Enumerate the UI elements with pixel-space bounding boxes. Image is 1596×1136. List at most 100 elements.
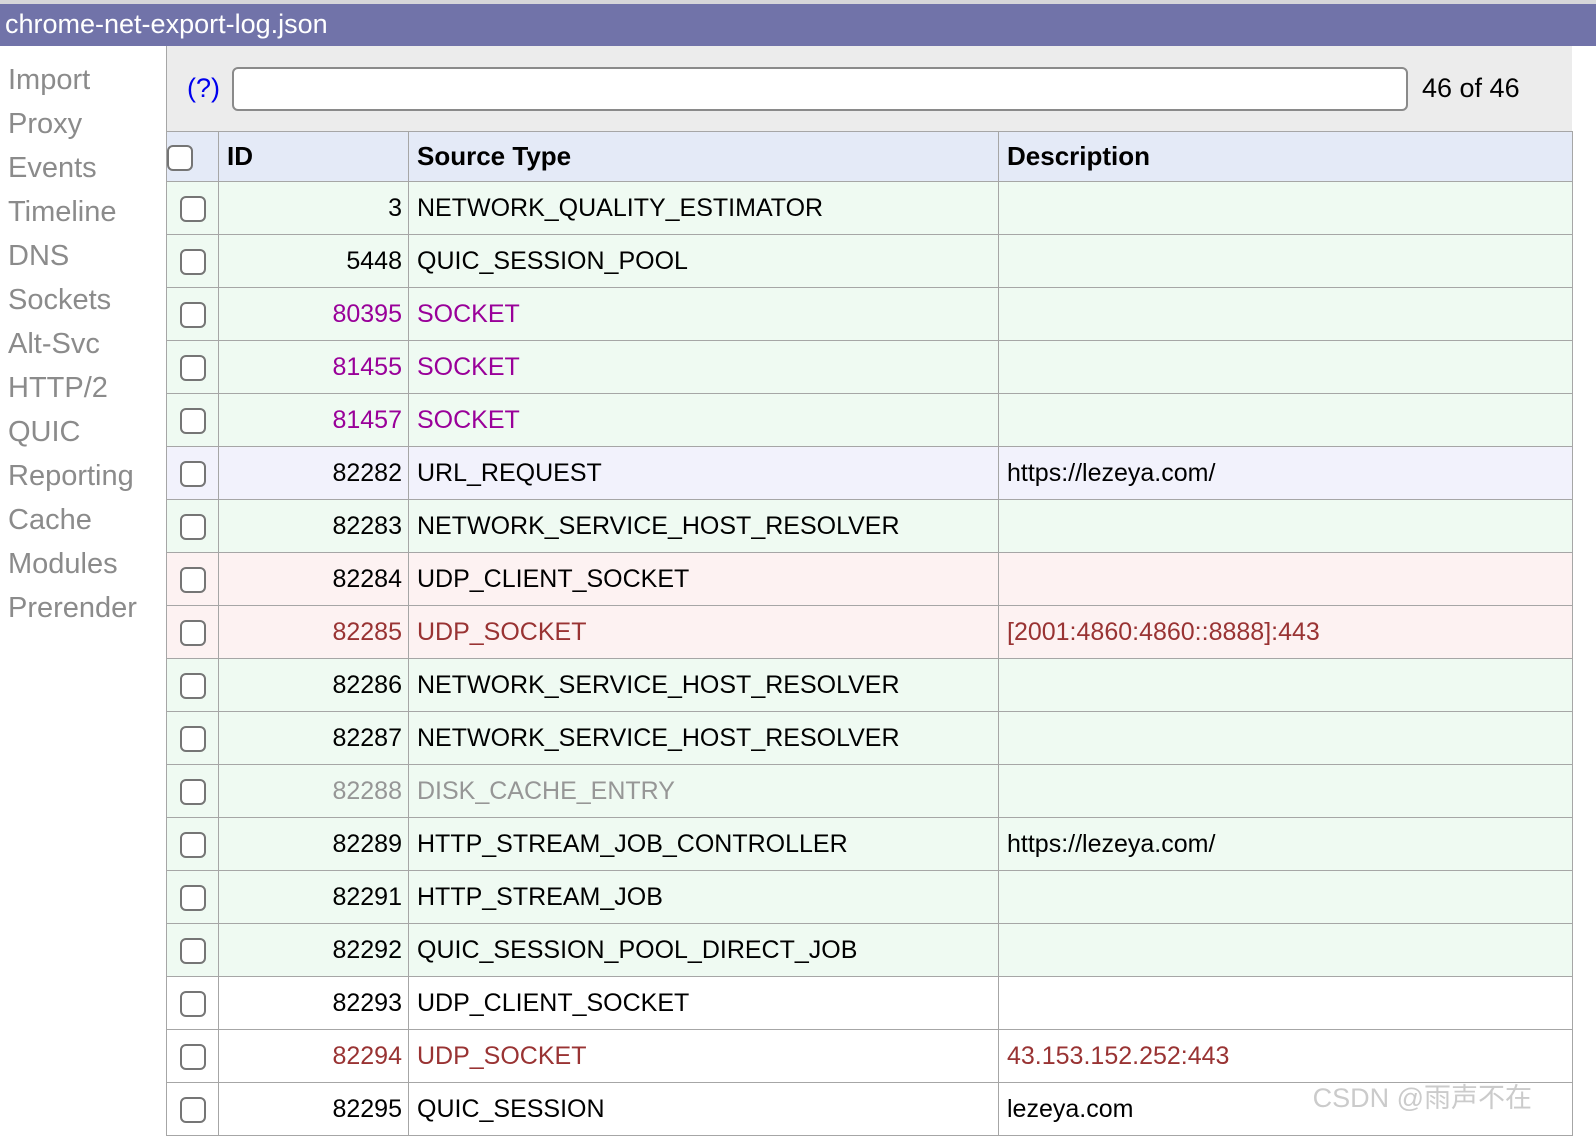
table-row[interactable]: 82293 UDP_CLIENT_SOCKET — [167, 977, 1573, 1030]
row-checkbox-cell — [167, 871, 219, 924]
sidebar-item[interactable]: Alt-Svc — [0, 322, 166, 366]
row-checkbox[interactable] — [180, 196, 206, 222]
row-checkbox[interactable] — [180, 885, 206, 911]
row-checkbox[interactable] — [180, 620, 206, 646]
row-id[interactable]: 81457 — [219, 394, 409, 447]
row-source-type[interactable]: QUIC_SESSION_POOL — [409, 235, 999, 288]
row-id[interactable]: 82285 — [219, 606, 409, 659]
table-row[interactable]: 82292 QUIC_SESSION_POOL_DIRECT_JOB — [167, 924, 1573, 977]
filter-input[interactable] — [232, 67, 1408, 111]
row-description: [2001:4860:4860::8888]:443 — [999, 606, 1573, 659]
row-id[interactable]: 82288 — [219, 765, 409, 818]
row-checkbox[interactable] — [180, 514, 206, 540]
row-source-type[interactable]: UDP_SOCKET — [409, 606, 999, 659]
row-source-type[interactable]: SOCKET — [409, 394, 999, 447]
sidebar-item[interactable]: HTTP/2 — [0, 366, 166, 410]
row-id[interactable]: 82294 — [219, 1030, 409, 1083]
row-source-type[interactable]: QUIC_SESSION_POOL_DIRECT_JOB — [409, 924, 999, 977]
row-id[interactable]: 3 — [219, 182, 409, 235]
row-source-type[interactable]: URL_REQUEST — [409, 447, 999, 500]
sidebar-item[interactable]: DNS — [0, 234, 166, 278]
row-id[interactable]: 82287 — [219, 712, 409, 765]
row-source-type[interactable]: UDP_CLIENT_SOCKET — [409, 553, 999, 606]
row-source-type[interactable]: HTTP_STREAM_JOB_CONTROLLER — [409, 818, 999, 871]
row-checkbox[interactable] — [180, 302, 206, 328]
table-row[interactable]: 82287 NETWORK_SERVICE_HOST_RESOLVER — [167, 712, 1573, 765]
row-checkbox[interactable] — [180, 249, 206, 275]
table-row[interactable]: 82289 HTTP_STREAM_JOB_CONTROLLER https:/… — [167, 818, 1573, 871]
row-checkbox[interactable] — [180, 1044, 206, 1070]
table-row[interactable]: 82285 UDP_SOCKET [2001:4860:4860::8888]:… — [167, 606, 1573, 659]
column-header-description[interactable]: Description — [999, 132, 1573, 182]
row-checkbox-cell — [167, 182, 219, 235]
row-source-type[interactable]: UDP_SOCKET — [409, 1030, 999, 1083]
row-id[interactable]: 82292 — [219, 924, 409, 977]
title-bar: chrome-net-export-log.json — [0, 4, 1596, 46]
row-source-type[interactable]: UDP_CLIENT_SOCKET — [409, 977, 999, 1030]
row-source-type[interactable]: HTTP_STREAM_JOB — [409, 871, 999, 924]
row-source-type[interactable]: SOCKET — [409, 288, 999, 341]
sidebar-item[interactable]: Timeline — [0, 190, 166, 234]
row-source-type[interactable]: NETWORK_SERVICE_HOST_RESOLVER — [409, 712, 999, 765]
row-description — [999, 394, 1573, 447]
table-row[interactable]: 80395 SOCKET — [167, 288, 1573, 341]
row-checkbox[interactable] — [180, 938, 206, 964]
row-checkbox[interactable] — [180, 832, 206, 858]
sidebar-item[interactable]: Sockets — [0, 278, 166, 322]
column-header-id[interactable]: ID — [219, 132, 409, 182]
row-id[interactable]: 82295 — [219, 1083, 409, 1136]
help-link[interactable]: (?) — [187, 73, 220, 104]
sidebar-item[interactable]: QUIC — [0, 410, 166, 454]
table-row[interactable]: 3 NETWORK_QUALITY_ESTIMATOR — [167, 182, 1573, 235]
sidebar-item[interactable]: Cache — [0, 498, 166, 542]
row-id[interactable]: 82283 — [219, 500, 409, 553]
table-row[interactable]: 82282 URL_REQUEST https://lezeya.com/ — [167, 447, 1573, 500]
row-id[interactable]: 82293 — [219, 977, 409, 1030]
row-checkbox[interactable] — [180, 461, 206, 487]
row-description — [999, 712, 1573, 765]
row-checkbox-cell — [167, 500, 219, 553]
row-source-type[interactable]: NETWORK_QUALITY_ESTIMATOR — [409, 182, 999, 235]
row-source-type[interactable]: NETWORK_SERVICE_HOST_RESOLVER — [409, 500, 999, 553]
row-id[interactable]: 82291 — [219, 871, 409, 924]
table-row[interactable]: 82284 UDP_CLIENT_SOCKET — [167, 553, 1573, 606]
row-checkbox[interactable] — [180, 1097, 206, 1123]
sidebar-item[interactable]: Modules — [0, 542, 166, 586]
row-source-type[interactable]: DISK_CACHE_ENTRY — [409, 765, 999, 818]
column-header-source-type[interactable]: Source Type — [409, 132, 999, 182]
row-id[interactable]: 82289 — [219, 818, 409, 871]
row-checkbox[interactable] — [180, 673, 206, 699]
row-id[interactable]: 81455 — [219, 341, 409, 394]
sidebar-item[interactable]: Proxy — [0, 102, 166, 146]
row-description — [999, 235, 1573, 288]
table-row[interactable]: 82283 NETWORK_SERVICE_HOST_RESOLVER — [167, 500, 1573, 553]
select-all-checkbox[interactable] — [167, 145, 193, 171]
row-checkbox[interactable] — [180, 567, 206, 593]
row-description — [999, 871, 1573, 924]
row-source-type[interactable]: QUIC_SESSION — [409, 1083, 999, 1136]
table-row[interactable]: 5448 QUIC_SESSION_POOL — [167, 235, 1573, 288]
row-id[interactable]: 80395 — [219, 288, 409, 341]
table-row[interactable]: 82288 DISK_CACHE_ENTRY — [167, 765, 1573, 818]
row-id[interactable]: 82286 — [219, 659, 409, 712]
sidebar-item[interactable]: Reporting — [0, 454, 166, 498]
row-source-type[interactable]: NETWORK_SERVICE_HOST_RESOLVER — [409, 659, 999, 712]
table-row[interactable]: 81457 SOCKET — [167, 394, 1573, 447]
row-checkbox[interactable] — [180, 991, 206, 1017]
row-id[interactable]: 82282 — [219, 447, 409, 500]
row-checkbox[interactable] — [180, 726, 206, 752]
row-source-type[interactable]: SOCKET — [409, 341, 999, 394]
row-checkbox[interactable] — [180, 355, 206, 381]
row-checkbox[interactable] — [180, 408, 206, 434]
row-id[interactable]: 82284 — [219, 553, 409, 606]
sidebar-item[interactable]: Import — [0, 58, 166, 102]
table-row[interactable]: 82286 NETWORK_SERVICE_HOST_RESOLVER — [167, 659, 1573, 712]
sidebar-item[interactable]: Events — [0, 146, 166, 190]
table-row[interactable]: 82295 QUIC_SESSION lezeya.com — [167, 1083, 1573, 1136]
table-row[interactable]: 82294 UDP_SOCKET 43.153.152.252:443 — [167, 1030, 1573, 1083]
row-checkbox[interactable] — [180, 779, 206, 805]
table-row[interactable]: 81455 SOCKET — [167, 341, 1573, 394]
table-row[interactable]: 82291 HTTP_STREAM_JOB — [167, 871, 1573, 924]
row-id[interactable]: 5448 — [219, 235, 409, 288]
sidebar-item[interactable]: Prerender — [0, 586, 166, 630]
